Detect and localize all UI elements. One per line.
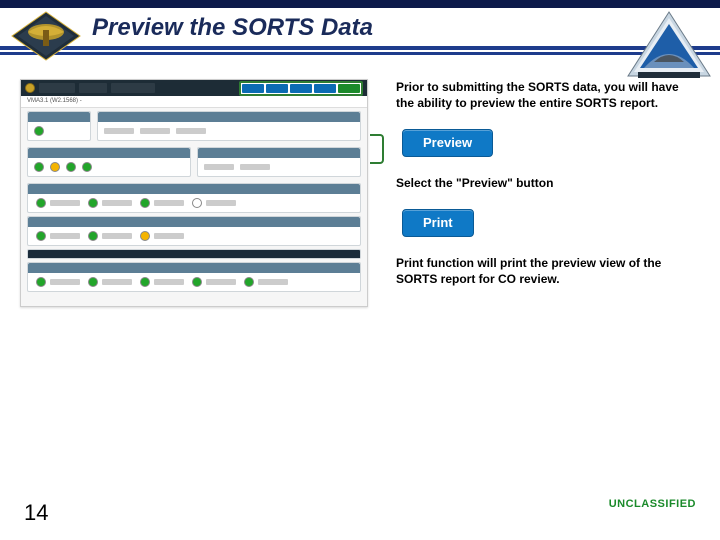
status-dot-icon — [88, 277, 98, 287]
print-button[interactable]: Print — [402, 209, 474, 237]
action-pill — [290, 84, 312, 93]
panel-card — [27, 147, 191, 177]
nav-tab — [111, 83, 155, 93]
status-dot-icon — [50, 162, 60, 172]
page-title: Preview the SORTS Data — [92, 14, 373, 42]
app-topbar — [21, 80, 367, 96]
content: VMA3.1 (W2.1568) - — [0, 55, 720, 307]
status-dot-icon — [34, 162, 44, 172]
panel-card — [97, 111, 361, 141]
preview-pill — [242, 84, 264, 93]
callout-bracket-icon — [370, 134, 384, 164]
status-dot-icon — [140, 231, 150, 241]
status-dot-icon — [36, 198, 46, 208]
intro-text: Prior to submitting the SORTS data, you … — [396, 79, 694, 111]
status-dot-icon — [88, 231, 98, 241]
header-rule — [0, 46, 720, 55]
panel-wide — [27, 216, 361, 246]
panel-wide — [27, 262, 361, 292]
header: Preview the SORTS Data — [0, 8, 720, 46]
print-caption: Print function will print the preview vi… — [396, 255, 694, 287]
status-dot-icon — [66, 162, 76, 172]
app-screenshot: VMA3.1 (W2.1568) - — [20, 79, 368, 307]
status-dot-icon — [140, 277, 150, 287]
panel-card — [197, 147, 361, 177]
page-number: 14 — [24, 500, 48, 526]
action-pill — [338, 84, 360, 93]
panel-wide — [27, 183, 361, 213]
status-dot-icon — [82, 162, 92, 172]
classification-label: UNCLASSIFIED — [609, 498, 696, 510]
status-dot-icon — [192, 198, 202, 208]
nav-tab — [79, 83, 107, 93]
status-dot-icon — [88, 198, 98, 208]
preview-button[interactable]: Preview — [402, 129, 493, 157]
panel-wide — [27, 249, 361, 259]
action-button-group — [239, 81, 363, 96]
status-dot-icon — [34, 126, 44, 136]
seal-icon — [25, 83, 35, 93]
status-dot-icon — [36, 277, 46, 287]
action-pill — [266, 84, 288, 93]
screenshot-column: VMA3.1 (W2.1568) - — [20, 79, 368, 307]
org-logo-left — [10, 10, 82, 62]
top-bar — [0, 0, 720, 8]
instruction-column: Prior to submitting the SORTS data, you … — [396, 79, 694, 307]
breadcrumb: VMA3.1 (W2.1568) - — [21, 96, 367, 108]
org-logo-right — [624, 10, 714, 82]
preview-caption: Select the "Preview" button — [396, 175, 694, 191]
nav-tab — [39, 83, 75, 93]
panel-card — [27, 111, 91, 141]
status-dot-icon — [140, 198, 150, 208]
action-pill — [314, 84, 336, 93]
status-dot-icon — [36, 231, 46, 241]
status-dot-icon — [244, 277, 254, 287]
status-dot-icon — [192, 277, 202, 287]
